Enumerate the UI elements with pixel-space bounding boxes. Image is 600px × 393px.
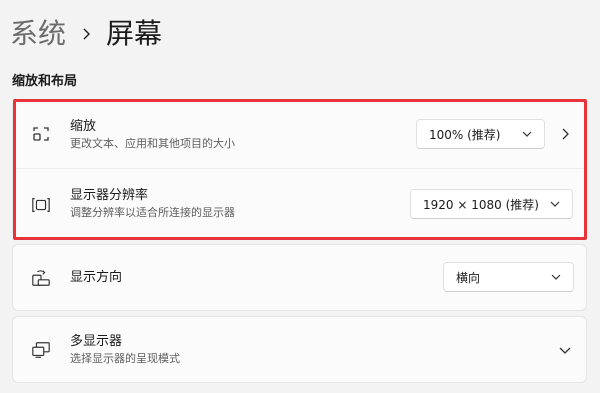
resolution-dropdown[interactable]: 1920 × 1080 (推荐) xyxy=(410,189,573,219)
scale-subtitle: 更改文本、应用和其他项目的大小 xyxy=(70,137,235,150)
multi-display-title: 多显示器 xyxy=(70,334,123,349)
orientation-title: 显示方向 xyxy=(70,270,123,285)
breadcrumb: 系统 屏幕 xyxy=(10,14,162,54)
orientation-card: 显示方向 横向 xyxy=(12,244,587,311)
multi-display-setting-row[interactable]: 多显示器 选择显示器的呈现模式 xyxy=(13,317,586,384)
resolution-subtitle: 调整分辨率以适合所连接的显示器 xyxy=(70,206,235,219)
page-title: 屏幕 xyxy=(106,17,163,50)
scale-setting-row[interactable]: 缩放 更改文本、应用和其他项目的大小 100% (推荐) xyxy=(13,101,586,168)
chevron-down-icon xyxy=(548,197,562,211)
chevron-down-icon xyxy=(520,127,534,141)
chevron-right-icon xyxy=(66,14,106,54)
chevron-down-icon xyxy=(549,270,563,284)
chevron-down-icon[interactable] xyxy=(558,344,572,358)
scale-icon xyxy=(31,124,51,144)
multi-display-subtitle: 选择显示器的呈现模式 xyxy=(70,352,180,365)
resolution-title: 显示器分辨率 xyxy=(70,188,149,203)
orientation-setting-row[interactable]: 显示方向 横向 xyxy=(13,245,586,312)
orientation-dropdown-value: 横向 xyxy=(456,270,481,285)
breadcrumb-parent[interactable]: 系统 xyxy=(10,14,66,54)
scale-title: 缩放 xyxy=(70,119,97,134)
orientation-dropdown[interactable]: 横向 xyxy=(443,262,574,292)
resolution-dropdown-value: 1920 × 1080 (推荐) xyxy=(423,197,539,212)
scale-dropdown[interactable]: 100% (推荐) xyxy=(416,119,545,149)
orientation-icon xyxy=(31,268,51,288)
scale-layout-card: 缩放 更改文本、应用和其他项目的大小 100% (推荐) 显示器分辨率 调整分辨… xyxy=(12,100,587,238)
section-title: 缩放和布局 xyxy=(12,74,78,89)
scale-dropdown-value: 100% (推荐) xyxy=(429,127,501,142)
multi-display-icon xyxy=(31,340,51,360)
resolution-setting-row[interactable]: 显示器分辨率 调整分辨率以适合所连接的显示器 1920 × 1080 (推荐) xyxy=(13,169,586,239)
multi-display-card: 多显示器 选择显示器的呈现模式 xyxy=(12,316,587,383)
resolution-icon xyxy=(31,195,51,215)
chevron-right-icon[interactable] xyxy=(558,127,572,141)
